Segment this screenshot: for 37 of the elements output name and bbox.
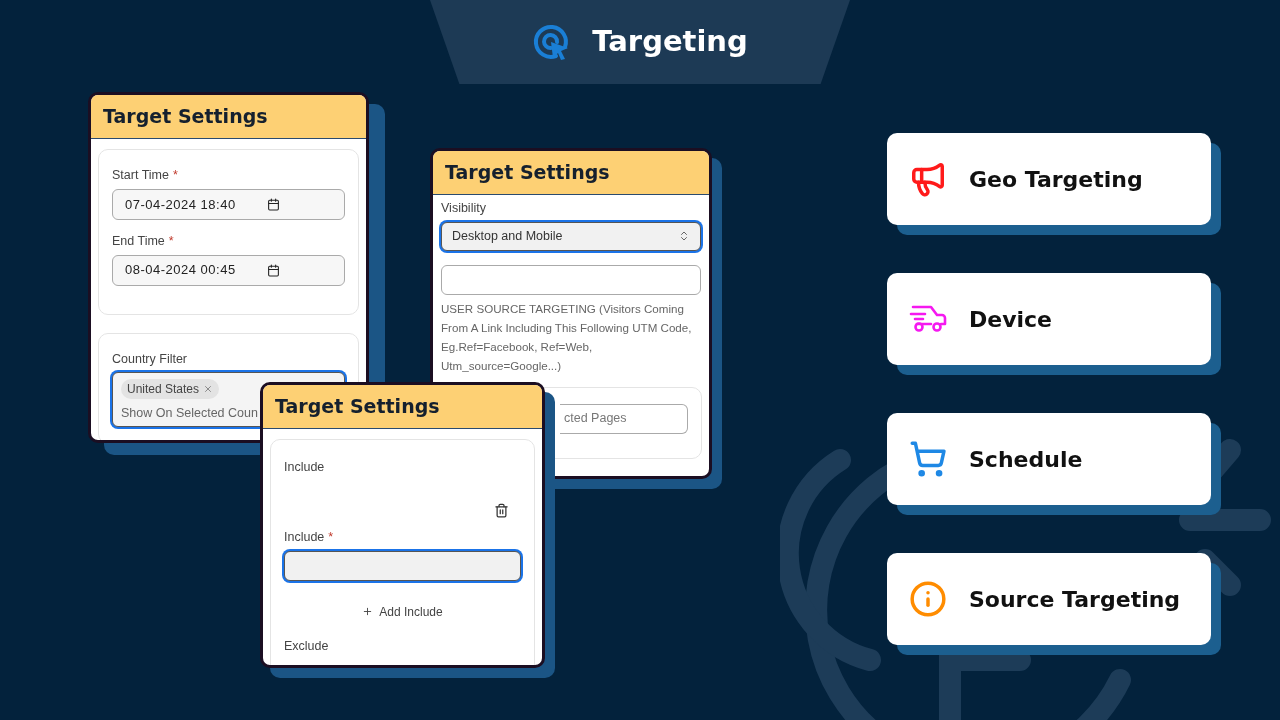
feature-card[interactable]: Geo Targeting bbox=[887, 133, 1211, 225]
field-value: 07-04-2024 18:40 bbox=[125, 195, 236, 214]
field-label: Country Filter bbox=[112, 350, 188, 368]
section-heading: Exclude bbox=[284, 637, 329, 655]
panel-title: Target Settings bbox=[445, 160, 610, 186]
field-label: Include * bbox=[284, 528, 334, 546]
feature-label: Device bbox=[969, 305, 1053, 334]
text-field[interactable]: cted Pages bbox=[560, 403, 688, 434]
field-placeholder: Show On Selected Coun bbox=[121, 405, 258, 423]
text-field[interactable] bbox=[284, 550, 521, 581]
help-text: USER SOURCE TARGETING (Visitors Coming From A Link Including This Following UTM Code, Eg.Ref=Facebook, Ref=Web, Utm_source=Google...) bbox=[441, 300, 693, 374]
remove-icon[interactable] bbox=[203, 384, 214, 395]
target-cursor-icon bbox=[532, 23, 571, 61]
up-down-chevron-icon bbox=[678, 230, 690, 243]
feature-card[interactable]: Source Targeting bbox=[887, 553, 1211, 645]
text-field[interactable] bbox=[441, 264, 701, 295]
field-value: 08-04-2024 00:45 bbox=[125, 261, 236, 280]
datetime-field[interactable]: 08-04-2024 00:45 bbox=[112, 254, 345, 286]
calendar-icon[interactable] bbox=[267, 197, 280, 211]
plus-icon bbox=[362, 606, 374, 617]
visibility-select[interactable]: Desktop and Mobile bbox=[441, 221, 701, 251]
panel-title: Target Settings bbox=[103, 104, 268, 130]
feature-label: Schedule bbox=[969, 445, 1083, 474]
section-heading: Include bbox=[284, 459, 325, 476]
delete-icon[interactable] bbox=[494, 502, 509, 518]
field-label: Start Time * bbox=[112, 167, 178, 184]
feature-card[interactable]: Device bbox=[887, 273, 1211, 365]
datetime-field[interactable]: 07-04-2024 18:40 bbox=[112, 188, 345, 220]
calendar-icon[interactable] bbox=[267, 263, 280, 277]
field-label: End Time * bbox=[112, 232, 174, 250]
add-include-button[interactable]: Add Include bbox=[362, 602, 443, 621]
country-tag[interactable]: United States bbox=[121, 379, 220, 400]
feature-card[interactable]: Schedule bbox=[887, 413, 1211, 505]
banner-title: Targeting bbox=[592, 23, 748, 61]
feature-label: Source Targeting bbox=[969, 585, 1181, 614]
field-label: Visibility bbox=[441, 200, 486, 217]
feature-label: Geo Targeting bbox=[969, 165, 1143, 194]
